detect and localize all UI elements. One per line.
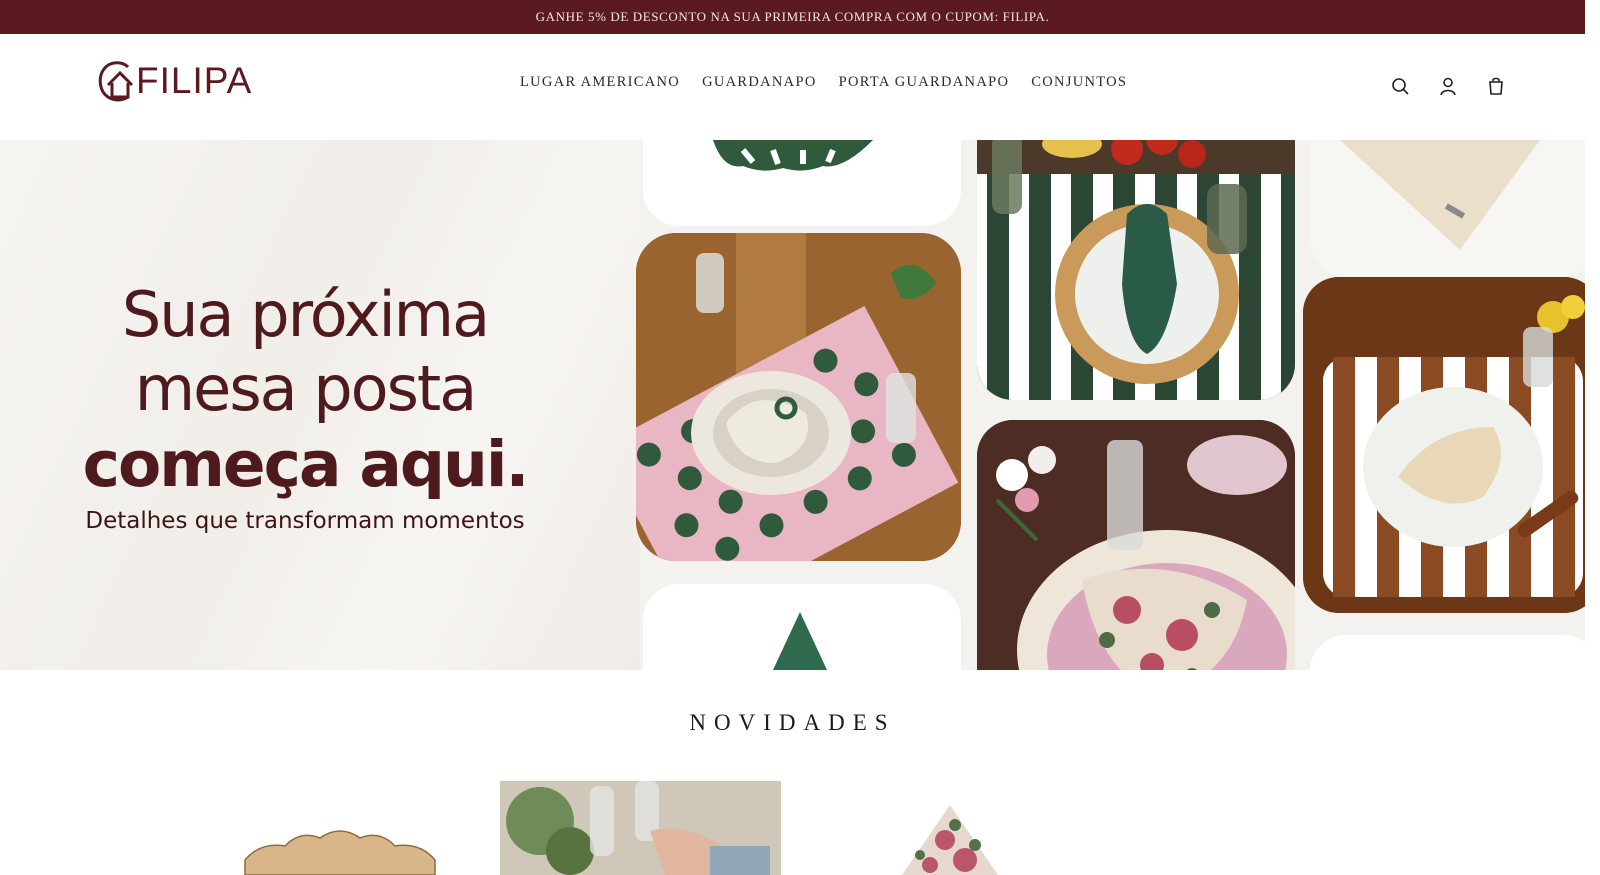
announcement-bar: GANHE 5% DE DESCONTO NA SUA PRIMEIRA COM…	[0, 0, 1585, 34]
logo-text: FILIPA	[136, 60, 253, 101]
nav-item-lugar-americano[interactable]: LUGAR AMERICANO	[520, 74, 680, 91]
hero-image-floral-napkin-pink-plates	[977, 420, 1295, 670]
cart-icon[interactable]	[1486, 76, 1506, 96]
hero-image-striped-placemat-green-napkin	[977, 140, 1295, 400]
nav-item-conjuntos[interactable]: CONJUNTOS	[1031, 74, 1127, 91]
site-header: FILIPA LUGAR AMERICANO GUARDANAPO PORTA …	[0, 34, 1585, 140]
hero-image-brown-striped-placemat	[1303, 277, 1585, 613]
hero-line-1: Sua próxima	[121, 278, 490, 351]
nav-item-porta-guardanapo[interactable]: PORTA GUARDANAPO	[839, 74, 1010, 91]
account-icon[interactable]	[1438, 76, 1458, 96]
product-card-1-image[interactable]	[200, 780, 480, 875]
hero-banner[interactable]: Sua próxima mesa posta começa aqui. Deta…	[0, 140, 1585, 670]
hero-image-pink-green-placemat	[636, 233, 961, 561]
section-title-novidades: NOVIDADES	[689, 710, 896, 735]
hero-image-green-napkin-top	[643, 140, 961, 226]
hero-image-white-bottom-right	[1310, 635, 1585, 670]
hero-image-beige-napkin	[1310, 140, 1585, 276]
hero-line-3: começa aqui.	[82, 428, 530, 501]
product-card-2-image[interactable]	[500, 781, 781, 875]
hero-heading: Sua próxima mesa posta começa aqui. Deta…	[40, 278, 570, 534]
search-icon[interactable]	[1390, 76, 1410, 96]
announcement-text: GANHE 5% DE DESCONTO NA SUA PRIMEIRA COM…	[535, 9, 1050, 24]
house-logo-icon	[98, 61, 134, 102]
main-nav: LUGAR AMERICANO GUARDANAPO PORTA GUARDAN…	[520, 74, 1127, 91]
hero-subtitle: Detalhes que transformam momentos	[85, 508, 525, 534]
logo[interactable]: FILIPA	[98, 58, 252, 104]
header-actions	[1390, 76, 1506, 96]
product-card-3-image[interactable]	[850, 780, 1050, 875]
hero-image-green-triangle-napkin	[643, 584, 961, 670]
nav-item-guardanapo[interactable]: GUARDANAPO	[702, 74, 817, 91]
hero-line-2: mesa posta	[134, 352, 477, 425]
